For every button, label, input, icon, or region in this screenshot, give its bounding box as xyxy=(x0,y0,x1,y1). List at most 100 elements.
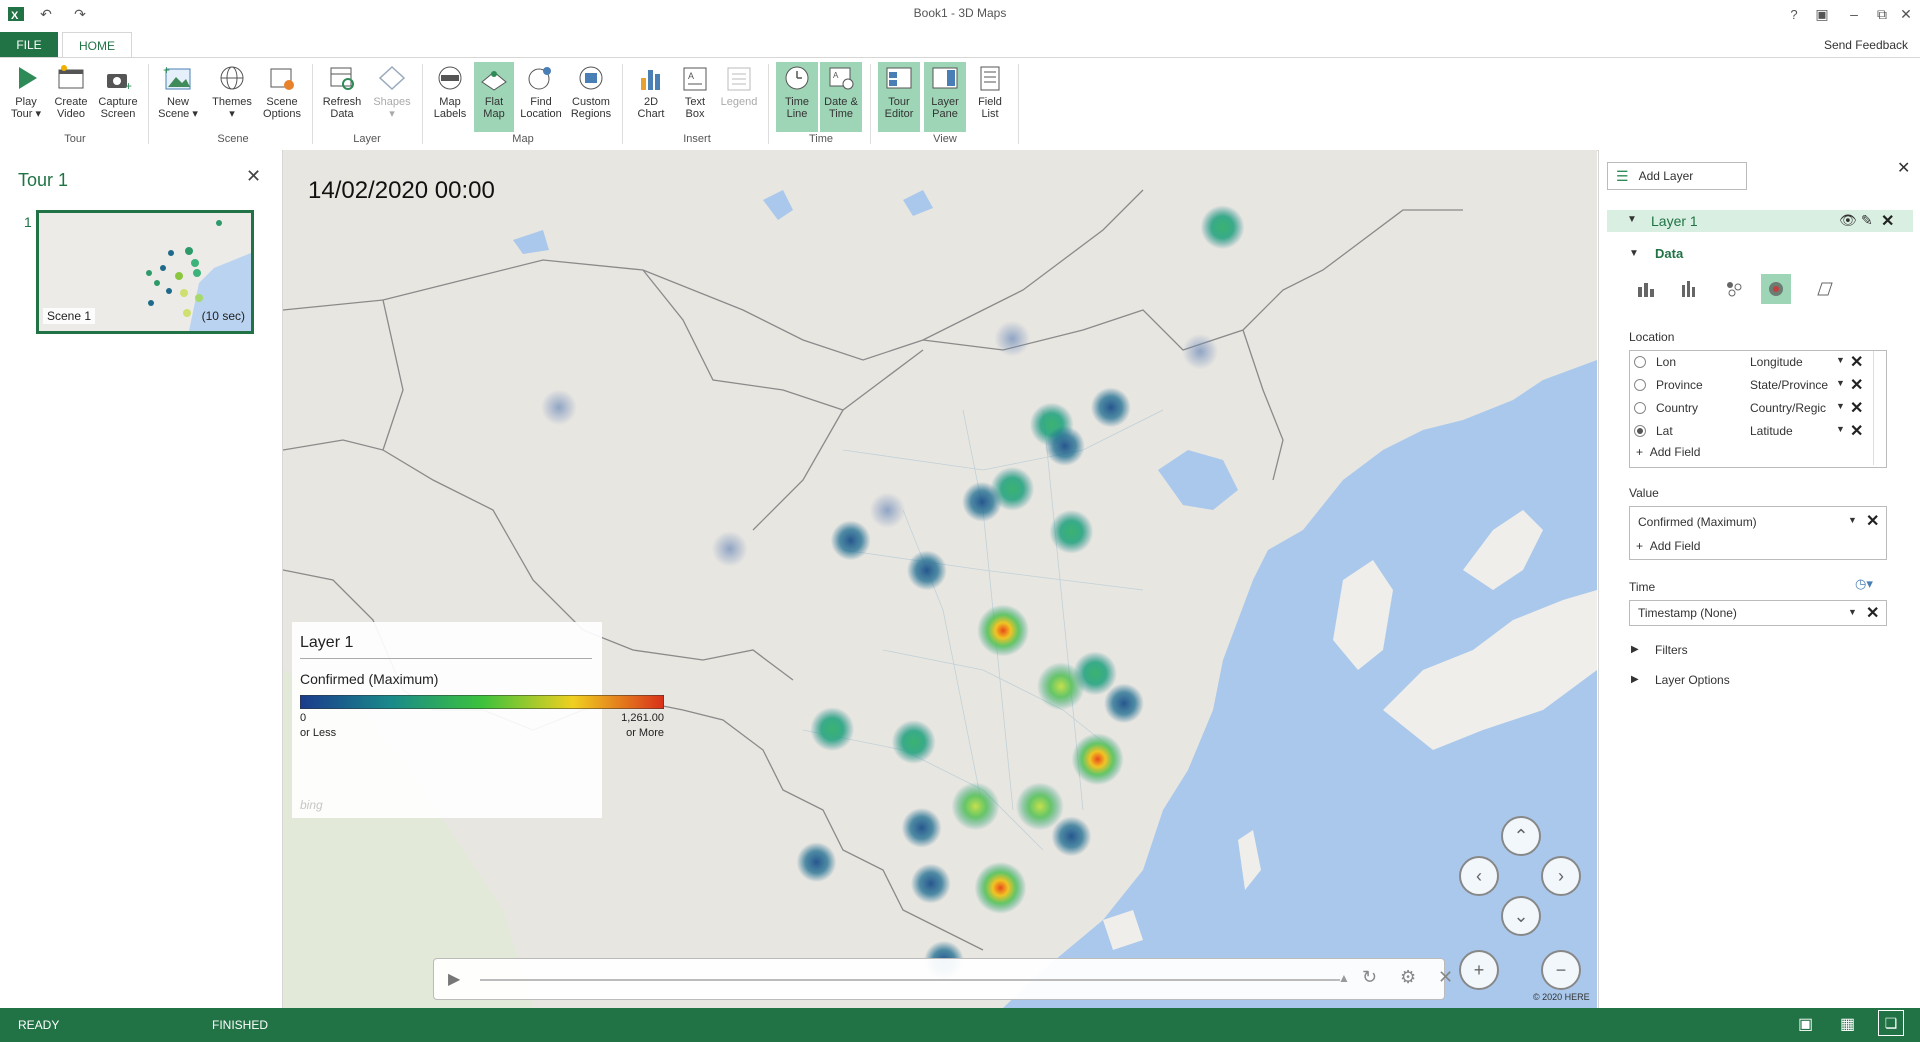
close-tour-icon[interactable]: ✕ xyxy=(246,166,261,187)
remove-field-icon[interactable]: ✕ xyxy=(1850,421,1863,441)
ribbon-display-icon[interactable]: ▣ xyxy=(1812,4,1832,24)
add-value-field-button[interactable]: + Add Field xyxy=(1636,539,1700,553)
heat-point[interactable] xyxy=(974,861,1027,914)
heat-point[interactable] xyxy=(540,389,577,426)
remove-time-icon[interactable]: ✕ xyxy=(1866,603,1879,623)
heat-point[interactable] xyxy=(1182,333,1219,370)
dropdown-arrow-icon[interactable]: ▼ xyxy=(1836,424,1845,434)
time-settings-icon[interactable]: ◷▾ xyxy=(1855,576,1873,592)
pencil-icon[interactable]: ✎ xyxy=(1861,212,1873,229)
heat-point[interactable] xyxy=(1090,387,1131,428)
heat-point[interactable] xyxy=(1044,426,1085,467)
heat-point[interactable] xyxy=(994,320,1031,357)
layer-header[interactable]: ▼ Layer 1 👁 ✎ ✕ xyxy=(1607,210,1913,232)
time-line-button[interactable]: Time Line xyxy=(776,62,818,132)
add-layer-button[interactable]: ☰ Add Layer xyxy=(1607,162,1747,190)
legend-button[interactable]: Legend xyxy=(718,62,760,132)
heat-point[interactable] xyxy=(910,863,951,904)
dropdown-arrow-icon[interactable]: ▼ xyxy=(1836,378,1845,388)
map-timestamp[interactable]: 14/02/2020 00:00 xyxy=(308,177,495,205)
play-icon[interactable]: ▶ xyxy=(448,969,460,989)
heat-point[interactable] xyxy=(901,807,942,848)
full-screen-icon[interactable]: ❏ xyxy=(1878,1010,1904,1036)
pan-up-button[interactable]: ⌃ xyxy=(1501,816,1541,856)
normal-view-icon[interactable]: ▣ xyxy=(1798,1014,1813,1034)
heat-point[interactable] xyxy=(1071,733,1124,786)
shapes-button[interactable]: Shapes ▾ xyxy=(370,62,414,132)
bubble-icon[interactable] xyxy=(1721,276,1747,302)
location-field-type[interactable]: State/Province xyxy=(1750,378,1830,392)
zoom-out-button[interactable]: − xyxy=(1541,950,1581,990)
custom-regions-button[interactable]: Custom Regions xyxy=(568,62,614,132)
field-list-button[interactable]: Field List xyxy=(970,62,1010,132)
page-view-icon[interactable]: ▦ xyxy=(1840,1014,1855,1034)
date-time-button[interactable]: A Date & Time xyxy=(820,62,862,132)
capture-screen-button[interactable]: + Capture Screen xyxy=(96,62,140,132)
pan-down-button[interactable]: ⌄ xyxy=(1501,896,1541,936)
expand-layer-options-icon[interactable]: ▶ xyxy=(1631,674,1639,685)
scene-thumbnail[interactable]: Scene 1 (10 sec) xyxy=(36,210,254,334)
flat-map-button[interactable]: Flat Map xyxy=(474,62,514,132)
new-scene-button[interactable]: + New Scene ▾ xyxy=(158,62,198,132)
expand-filters-icon[interactable]: ▶ xyxy=(1631,644,1639,655)
2d-chart-button[interactable]: 2D Chart xyxy=(632,62,670,132)
location-field-type[interactable]: Latitude xyxy=(1750,424,1830,438)
heat-point[interactable] xyxy=(977,604,1030,657)
send-feedback-link[interactable]: Send Feedback xyxy=(1824,38,1908,52)
restore-icon[interactable]: ⧉ xyxy=(1872,4,1892,24)
heat-point[interactable] xyxy=(796,842,837,883)
themes-button[interactable]: Themes ▾ xyxy=(210,62,254,132)
heat-point[interactable] xyxy=(951,782,1000,831)
remove-value-icon[interactable]: ✕ xyxy=(1866,511,1879,531)
dropdown-arrow-icon[interactable]: ▼ xyxy=(1848,515,1857,525)
scene-options-button[interactable]: Scene Options xyxy=(260,62,304,132)
clustered-column-icon[interactable] xyxy=(1677,276,1703,302)
map-legend[interactable]: Layer 1 Confirmed (Maximum) 0 or Less 1,… xyxy=(292,622,664,818)
heat-point[interactable] xyxy=(1103,683,1144,724)
remove-field-icon[interactable]: ✕ xyxy=(1850,352,1863,372)
heat-point[interactable] xyxy=(1200,205,1245,250)
layer-name[interactable]: Layer 1 xyxy=(1651,213,1698,229)
pan-left-button[interactable]: ‹ xyxy=(1459,856,1499,896)
region-icon[interactable] xyxy=(1811,276,1837,302)
location-field-row[interactable]: Country Country/Regic ▼ ✕ xyxy=(1630,397,1900,419)
remove-field-icon[interactable]: ✕ xyxy=(1850,375,1863,395)
heat-point[interactable] xyxy=(711,530,748,567)
location-field-row[interactable]: Lon Longitude ▼ ✕ xyxy=(1630,351,1900,373)
dropdown-arrow-icon[interactable]: ▼ xyxy=(1836,355,1845,365)
heat-point[interactable] xyxy=(891,720,936,765)
location-radio[interactable] xyxy=(1634,425,1646,437)
heat-point[interactable] xyxy=(869,492,906,529)
heat-map-icon[interactable] xyxy=(1761,274,1791,304)
location-field-type[interactable]: Longitude xyxy=(1750,355,1830,369)
tab-home[interactable]: HOME xyxy=(62,32,132,58)
location-field-type[interactable]: Country/Regic xyxy=(1750,401,1830,415)
heat-point[interactable] xyxy=(1049,509,1094,554)
refresh-data-button[interactable]: Refresh Data xyxy=(320,62,364,132)
heat-point[interactable] xyxy=(830,520,871,561)
filters-label[interactable]: Filters xyxy=(1655,643,1688,657)
map-canvas[interactable]: 14/02/2020 00:00 Layer 1 Confirmed (Maxi… xyxy=(283,150,1597,1008)
help-icon[interactable]: ? xyxy=(1784,4,1804,24)
create-video-button[interactable]: Create Video xyxy=(50,62,92,132)
time-field-box[interactable]: Timestamp (None) ▼ ✕ xyxy=(1629,600,1887,626)
close-window-icon[interactable]: ✕ xyxy=(1896,4,1916,24)
find-location-button[interactable]: Find Location xyxy=(518,62,564,132)
add-location-field-button[interactable]: + Add Field xyxy=(1636,445,1700,459)
tab-file[interactable]: FILE xyxy=(0,32,58,58)
heat-point[interactable] xyxy=(962,481,1003,522)
delete-layer-icon[interactable]: ✕ xyxy=(1881,211,1894,231)
zoom-in-button[interactable]: + xyxy=(1459,950,1499,990)
layer-options-label[interactable]: Layer Options xyxy=(1655,673,1730,687)
playback-track[interactable] xyxy=(480,979,1340,981)
heat-point[interactable] xyxy=(906,550,947,591)
settings-gear-icon[interactable]: ⚙ xyxy=(1400,967,1416,988)
close-playback-icon[interactable]: ✕ xyxy=(1438,967,1453,988)
collapse-data-icon[interactable]: ▼ xyxy=(1629,248,1639,259)
value-field-name[interactable]: Confirmed (Maximum) xyxy=(1638,515,1757,529)
dropdown-arrow-icon[interactable]: ▼ xyxy=(1848,607,1857,617)
collapse-layer-icon[interactable]: ▼ xyxy=(1627,214,1637,225)
playback-thumb-icon[interactable]: ▲ xyxy=(1338,971,1350,985)
location-radio[interactable] xyxy=(1634,379,1646,391)
stacked-column-icon[interactable] xyxy=(1633,276,1659,302)
